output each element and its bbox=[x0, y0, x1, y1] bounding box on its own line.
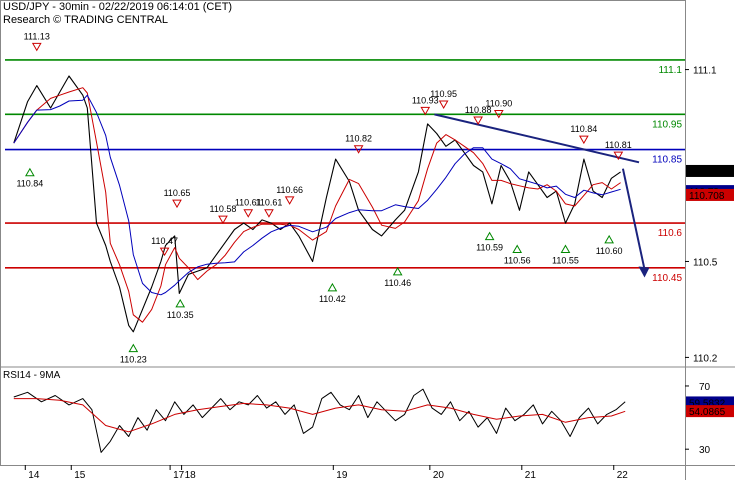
swing-low-label-1: 110.23 bbox=[120, 355, 147, 365]
swing-high-marker-5 bbox=[264, 209, 274, 218]
x-tick-label-2: 17 bbox=[173, 470, 185, 480]
projection-arrow-head bbox=[638, 266, 650, 278]
price-tick-label-2: 110.2 bbox=[693, 353, 718, 364]
projection-arrow-line bbox=[621, 168, 646, 270]
x-tick-label-5: 20 bbox=[433, 470, 445, 480]
rsi-ma-line bbox=[13, 398, 626, 433]
price-tick-label-1: 110.5 bbox=[693, 257, 718, 268]
swing-high-marker-6 bbox=[284, 196, 295, 205]
rsi-box-1-label: 54.0865 bbox=[689, 407, 726, 418]
level-label-4: 110.45 bbox=[652, 273, 682, 284]
plot-frame bbox=[0, 0, 686, 466]
swing-high-label-12: 110.84 bbox=[570, 124, 597, 134]
swing-high-marker-12 bbox=[578, 135, 589, 145]
swing-high-label-9: 110.95 bbox=[430, 89, 457, 99]
swing-low-marker-4 bbox=[392, 266, 403, 276]
x-tick-label-6: 21 bbox=[525, 470, 537, 480]
level-label-1: 110.95 bbox=[652, 119, 682, 130]
swing-low-marker-8 bbox=[604, 234, 615, 244]
swing-low-label-4: 110.46 bbox=[384, 278, 411, 288]
level-label-2: 110.85 bbox=[652, 155, 682, 166]
swing-high-label-1: 110.47 bbox=[151, 236, 178, 246]
x-tick-label-4: 19 bbox=[336, 470, 348, 480]
swing-high-label-3: 110.58 bbox=[210, 204, 237, 214]
x-tick-label-1: 15 bbox=[74, 470, 86, 480]
swing-low-marker-3 bbox=[327, 282, 338, 292]
x-axis: 14 15 17 18 19 20 21 22 bbox=[0, 465, 735, 480]
swing-low-label-3: 110.42 bbox=[319, 294, 346, 304]
rsi-tick-label-1: 30 bbox=[699, 445, 711, 456]
swing-low-label-2: 110.35 bbox=[167, 310, 194, 320]
swing-high-marker-0 bbox=[31, 42, 42, 52]
swing-low-label-6: 110.56 bbox=[504, 255, 531, 265]
swing-low-label-0: 110.84 bbox=[16, 179, 43, 189]
swing-low-label-5: 110.59 bbox=[476, 243, 503, 253]
x-tick-label-0: 14 bbox=[28, 470, 40, 480]
swing-low-label-8: 110.60 bbox=[596, 246, 623, 256]
price-box-2-label: 110.708 bbox=[689, 191, 725, 202]
ma-fast-line bbox=[13, 87, 621, 323]
level-label-3: 110.6 bbox=[658, 228, 683, 239]
swing-high-label-11: 110.90 bbox=[485, 99, 512, 109]
swing-low-marker-5 bbox=[484, 231, 495, 241]
swing-low-marker-7 bbox=[560, 244, 571, 253]
swing-low-marker-0 bbox=[25, 167, 35, 177]
swing-high-label-13: 110.81 bbox=[605, 140, 632, 150]
rsi-panel: RSI14 - 9MA703059.583254.0865 bbox=[3, 370, 734, 456]
swing-high-marker-4 bbox=[243, 209, 254, 218]
swing-high-marker-9 bbox=[438, 100, 449, 109]
swing-low-label-7: 110.55 bbox=[552, 255, 579, 265]
swing-high-label-0: 111.13 bbox=[24, 31, 50, 41]
price-tick-label-0: 111.1 bbox=[693, 66, 717, 77]
swing-high-marker-3 bbox=[218, 215, 228, 225]
price-panel: 111.1 110.95 110.85 110.6 110.45 111.1 110.5 11… bbox=[0, 0, 735, 480]
level-label-0: 111.1 bbox=[658, 65, 682, 76]
swing-low-marker-6 bbox=[512, 244, 523, 253]
swing-high-marker-8 bbox=[420, 106, 431, 116]
swing-low-marker-2 bbox=[175, 298, 186, 308]
x-tick-label-3: 18 bbox=[185, 470, 197, 480]
rsi-panel-label: RSI14 - 9MA bbox=[3, 370, 61, 381]
x-tick-label-7: 22 bbox=[617, 470, 629, 480]
rsi-line bbox=[13, 388, 626, 453]
swing-high-marker-10 bbox=[473, 116, 483, 125]
usdjpy-chart: 111.1 110.95 110.85 110.6 110.45 111.1 110.5 11… bbox=[0, 0, 735, 480]
swing-high-label-2: 110.65 bbox=[164, 188, 191, 198]
resistance-trendline bbox=[434, 113, 640, 164]
swing-low-marker-1 bbox=[128, 343, 139, 353]
swing-high-label-5: 110.61 bbox=[256, 198, 283, 208]
price-box-0-label: 110.783 bbox=[689, 167, 725, 178]
rsi-tick-label-0: 70 bbox=[699, 382, 711, 393]
swing-high-label-7: 110.82 bbox=[345, 134, 372, 144]
swing-high-label-6: 110.66 bbox=[276, 185, 303, 195]
swing-high-marker-2 bbox=[172, 199, 182, 209]
